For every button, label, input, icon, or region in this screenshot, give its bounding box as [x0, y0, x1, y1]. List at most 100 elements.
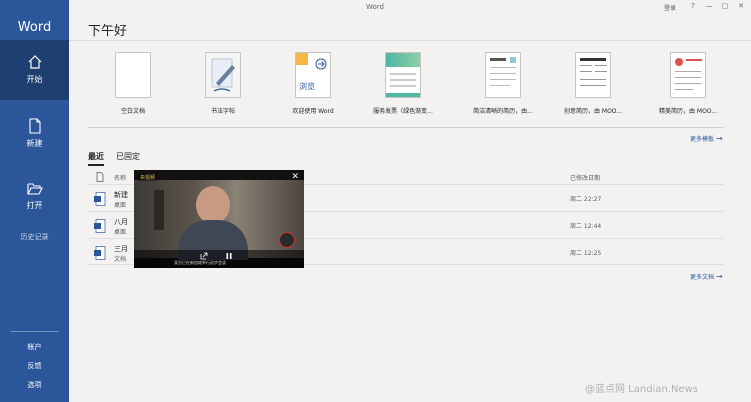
tab-recent[interactable]: 最近 [88, 151, 104, 166]
video-frame [134, 180, 304, 260]
thumb-line [580, 58, 606, 61]
sidebar-item-open[interactable]: 打开 [0, 176, 69, 220]
sidebar-item-home[interactable]: 开始 [0, 40, 69, 100]
file-date: 周二 12:44 [570, 223, 602, 230]
thumb-line [390, 85, 416, 87]
template-thumbnail [385, 52, 421, 98]
header-divider [69, 40, 751, 41]
thumb-accent [675, 58, 683, 66]
video-bg-panel [154, 190, 164, 230]
thumb-line [580, 71, 592, 72]
thumb-line [675, 71, 701, 72]
popout-icon[interactable] [200, 252, 208, 260]
template-invoice[interactable]: 服务发票（绿色渐变... [358, 52, 448, 115]
thumb-line [580, 85, 606, 86]
template-label: 空白文档 [120, 108, 145, 115]
thumb-line [595, 65, 607, 66]
more-documents-label: 更多文档 [690, 274, 715, 281]
more-templates-label: 更多模板 [690, 136, 715, 143]
thumb-line [580, 65, 592, 66]
template-label: 欢迎使用 Word [292, 108, 334, 115]
pause-icon[interactable] [225, 252, 233, 260]
word-document-icon [94, 246, 106, 260]
file-name: 三月 [114, 245, 128, 253]
thumb-line [490, 79, 516, 80]
home-icon [28, 55, 41, 69]
arrow-right-icon: → [715, 272, 723, 281]
file-name: 新建 [114, 191, 128, 199]
thumb-line [675, 83, 701, 84]
video-overlay[interactable]: 央视频 ✕ 双方已在新加坡举行初步会谈 [134, 170, 304, 268]
file-location: 文档 [114, 256, 127, 263]
template-resume-elegant[interactable]: 精美简历，由 MOO... [643, 52, 733, 115]
sidebar: Word 开始 新建 打开 历史记录 帐户 反馈 选项 [0, 0, 69, 402]
word-document-icon [94, 192, 106, 206]
template-blank[interactable]: 空白文档 [88, 52, 178, 115]
sidebar-item-label: 打开 [26, 201, 43, 210]
sidebar-account[interactable]: 帐户 [0, 342, 69, 352]
template-welcome[interactable]: 浏览 欢迎使用 Word [268, 52, 358, 115]
video-person-head [196, 186, 230, 224]
greeting: 下午好 [88, 24, 128, 39]
templates-divider [88, 127, 724, 128]
arrow-right-circle-icon [315, 58, 327, 70]
sidebar-divider [10, 331, 59, 332]
template-resume-creative[interactable]: 创意简历，由 MOO... [548, 52, 638, 115]
video-channel-logo: 央视频 [138, 174, 158, 181]
column-date[interactable]: 已修改日期 [570, 173, 600, 182]
thumb-accent [510, 57, 516, 63]
close-button[interactable]: ✕ [736, 2, 746, 10]
template-gallery: 空白文档 书法字帖 浏览 欢迎使用 Word 服务发票（绿色渐变... 简洁清晰… [88, 52, 728, 122]
template-thumbnail [670, 52, 706, 98]
template-label: 书法字帖 [210, 108, 235, 115]
calligraphy-pen-icon [211, 58, 235, 92]
thumb-accent [296, 53, 308, 65]
signin-link[interactable]: 登录 [664, 3, 676, 12]
tab-pinned[interactable]: 已固定 [116, 151, 140, 162]
thumb-line [686, 59, 702, 61]
thumb-line [390, 79, 416, 81]
template-thumbnail [485, 52, 521, 98]
template-calligraphy[interactable]: 书法字帖 [178, 52, 268, 115]
thumb-line [390, 73, 416, 75]
sidebar-options[interactable]: 选项 [0, 380, 69, 390]
sidebar-item-label: 开始 [26, 75, 43, 84]
thumb-line [675, 89, 693, 90]
arrow-right-icon: → [715, 134, 723, 143]
restore-button[interactable]: ▢ [720, 2, 730, 10]
thumb-footer-band [386, 93, 420, 97]
minimize-button[interactable]: — [704, 2, 714, 10]
window-title: Word [366, 3, 384, 11]
more-templates-link[interactable]: 更多模板 → [690, 134, 723, 143]
video-close-button[interactable]: ✕ [291, 172, 299, 182]
video-caption: 双方已在新加坡举行初步会谈 [174, 260, 226, 265]
template-thumbnail [205, 52, 241, 98]
template-label: 创意简历，由 MOO... [563, 108, 622, 115]
thumb-line [675, 77, 701, 78]
thumb-header-band [386, 53, 420, 67]
thumb-line [490, 85, 510, 86]
sidebar-history[interactable]: 历史记录 [0, 232, 69, 242]
template-resume-simple[interactable]: 简洁清晰的简历，由... [458, 52, 548, 115]
file-name: 八月 [114, 218, 128, 226]
file-location: 桌面 [114, 229, 127, 236]
more-documents-link[interactable]: 更多文档 → [690, 272, 723, 281]
file-date: 周二 22:27 [570, 196, 602, 203]
help-button[interactable]: ? [688, 2, 698, 10]
template-label: 简洁清晰的简历，由... [473, 108, 533, 115]
word-document-icon [94, 219, 106, 233]
template-thumbnail: 浏览 [295, 52, 331, 98]
file-date: 周二 12:25 [570, 250, 602, 257]
sidebar-feedback[interactable]: 反馈 [0, 361, 69, 371]
template-thumbnail [575, 52, 611, 98]
thumb-line [490, 73, 516, 74]
column-name[interactable]: 名称 [114, 173, 126, 182]
sidebar-item-new[interactable]: 新建 [0, 112, 69, 156]
thumb-text: 浏览 [299, 82, 315, 91]
folder-open-icon [26, 183, 43, 195]
app-title: Word [17, 20, 52, 35]
new-document-icon [28, 118, 41, 134]
document-icon [96, 172, 104, 182]
thumb-line [595, 71, 607, 72]
video-badge [279, 232, 295, 248]
